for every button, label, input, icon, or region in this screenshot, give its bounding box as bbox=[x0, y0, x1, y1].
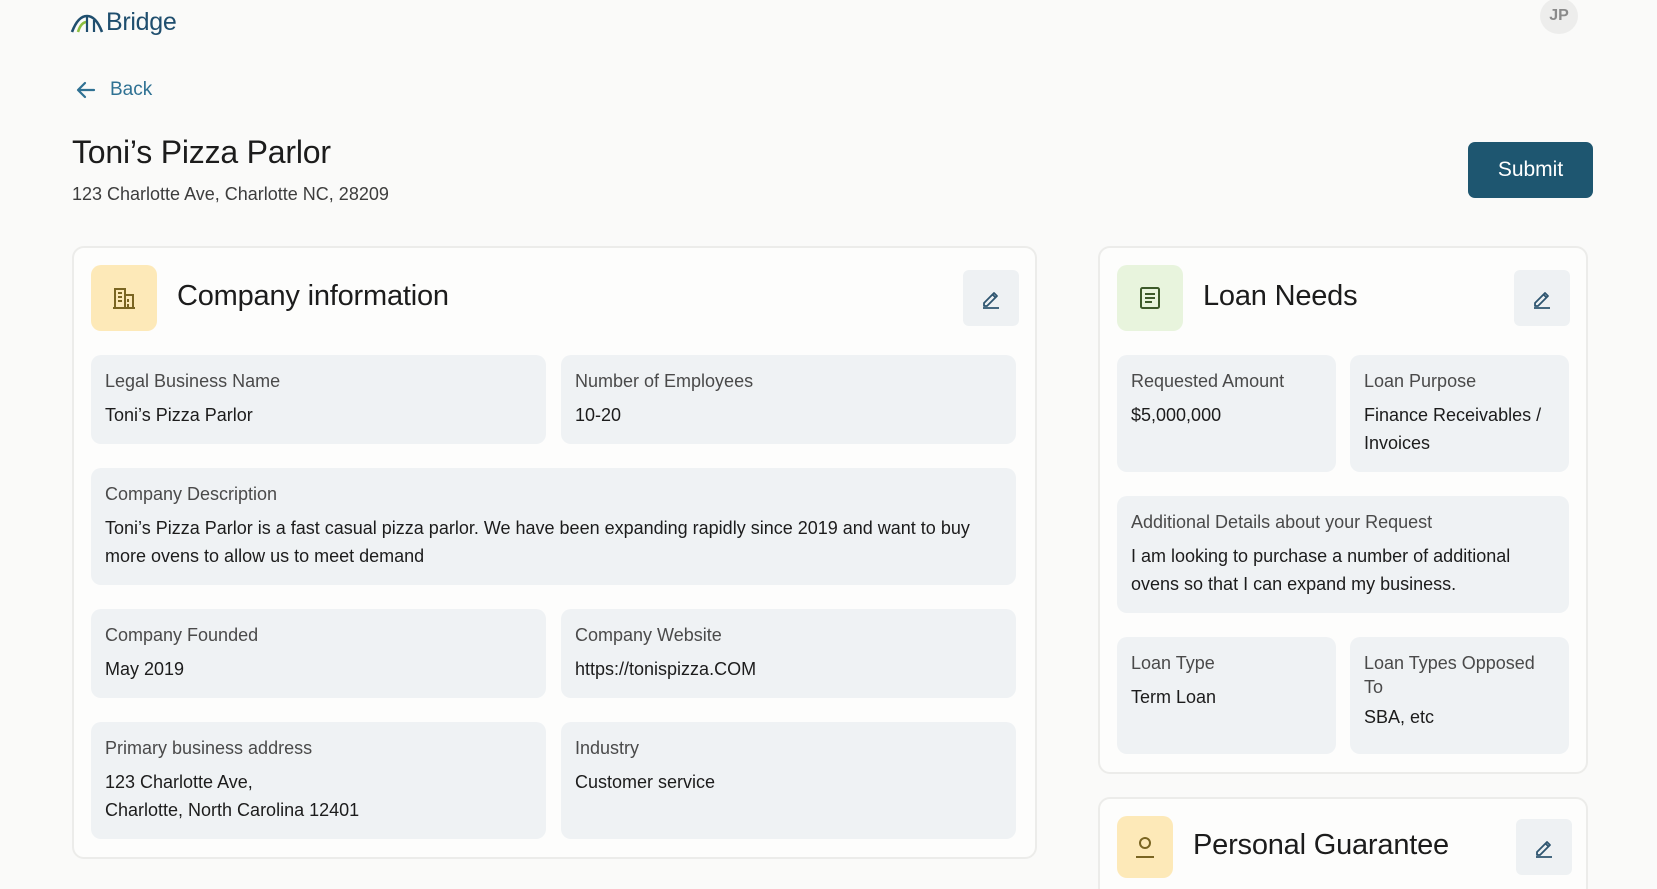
logo-text: Bridge bbox=[106, 8, 177, 36]
field-legal-business-name: Legal Business Name Toni’s Pizza Parlor bbox=[91, 355, 546, 444]
pencil-icon bbox=[1534, 292, 1550, 309]
field-value: $5,000,000 bbox=[1131, 405, 1222, 425]
field-value: Toni’s Pizza Parlor is a fast casual piz… bbox=[105, 518, 970, 566]
field-label: Loan Types Opposed To bbox=[1364, 653, 1535, 697]
field-number-of-employees: Number of Employees 10-20 bbox=[561, 355, 1016, 444]
field-label: Number of Employees bbox=[575, 371, 754, 391]
field-label: Requested Amount bbox=[1131, 371, 1285, 391]
avatar[interactable]: JP bbox=[1540, 0, 1578, 34]
page: Bridge JP Back Toni’s Pizza Parlor 123 C… bbox=[0, 0, 1657, 889]
edit-loan-button[interactable] bbox=[1514, 270, 1570, 326]
field-label: Legal Business Name bbox=[105, 371, 281, 391]
guarantee-card-title: Personal Guarantee bbox=[1193, 829, 1449, 861]
field-company-description: Company Description Toni’s Pizza Parlor … bbox=[91, 468, 1016, 585]
page-title: Toni’s Pizza Parlor bbox=[72, 134, 331, 170]
bridge-logo-icon bbox=[70, 14, 104, 32]
field-company-founded: Company Founded May 2019 bbox=[91, 609, 546, 698]
field-loan-purpose: Loan Purpose Finance Receivables / Invoi… bbox=[1350, 355, 1569, 472]
field-requested-amount: Requested Amount $5,000,000 bbox=[1117, 355, 1336, 472]
field-label: Company Website bbox=[575, 625, 722, 645]
loan-icon-tile bbox=[1117, 265, 1183, 331]
loan-needs-card: Loan Needs Requested Amount $5,000,000 L… bbox=[1098, 246, 1588, 774]
field-value: SBA, etc bbox=[1364, 707, 1435, 727]
company-icon-tile bbox=[91, 265, 157, 331]
arrow-left-icon bbox=[76, 81, 96, 99]
guarantee-icon-tile bbox=[1117, 816, 1173, 878]
person-icon bbox=[1136, 837, 1154, 858]
field-additional-details: Additional Details about your Request I … bbox=[1117, 496, 1569, 613]
field-label: Company Description bbox=[105, 484, 278, 504]
edit-company-button[interactable] bbox=[963, 270, 1019, 326]
field-value: Finance Receivables / Invoices bbox=[1364, 405, 1542, 453]
logo[interactable]: Bridge bbox=[70, 8, 177, 37]
field-label: Primary business address bbox=[105, 738, 313, 758]
field-value: Term Loan bbox=[1131, 687, 1217, 707]
back-label: Back bbox=[110, 79, 153, 100]
field-label: Additional Details about your Request bbox=[1131, 512, 1433, 532]
field-value: Toni’s Pizza Parlor bbox=[105, 405, 253, 425]
field-value: I am looking to purchase a number of add… bbox=[1131, 546, 1511, 594]
field-label: Company Founded bbox=[105, 625, 259, 645]
field-label: Loan Type bbox=[1131, 653, 1215, 673]
company-information-card: Company information Legal Business Name … bbox=[72, 246, 1037, 859]
field-value: Customer service bbox=[575, 772, 716, 792]
field-company-website: Company Website https://tonispizza.COM bbox=[561, 609, 1016, 698]
field-loan-type: Loan Type Term Loan bbox=[1117, 637, 1336, 754]
field-loan-types-opposed-to: Loan Types Opposed To SBA, etc bbox=[1350, 637, 1569, 754]
personal-guarantee-card: Personal Guarantee bbox=[1098, 797, 1588, 889]
company-card-title: Company information bbox=[177, 280, 449, 312]
pencil-icon bbox=[1536, 841, 1552, 858]
field-value: 123 Charlotte Ave, Charlotte, North Caro… bbox=[105, 772, 360, 820]
field-primary-business-address: Primary business address 123 Charlotte A… bbox=[91, 722, 546, 839]
field-label: Industry bbox=[575, 738, 640, 758]
edit-guarantee-button[interactable] bbox=[1516, 819, 1572, 875]
back-link[interactable]: Back bbox=[74, 78, 152, 102]
building-icon bbox=[113, 288, 135, 309]
field-value: May 2019 bbox=[105, 659, 185, 679]
loan-card-title: Loan Needs bbox=[1203, 280, 1358, 312]
submit-button[interactable]: Submit bbox=[1468, 142, 1593, 198]
document-icon bbox=[1140, 287, 1160, 309]
field-label: Loan Purpose bbox=[1364, 371, 1477, 391]
field-value[interactable]: https://tonispizza.COM bbox=[575, 655, 1002, 683]
field-industry: Industry Customer service bbox=[561, 722, 1016, 839]
business-address: 123 Charlotte Ave, Charlotte NC, 28209 bbox=[72, 184, 389, 204]
pencil-icon bbox=[983, 292, 999, 309]
field-value: 10-20 bbox=[575, 405, 622, 425]
